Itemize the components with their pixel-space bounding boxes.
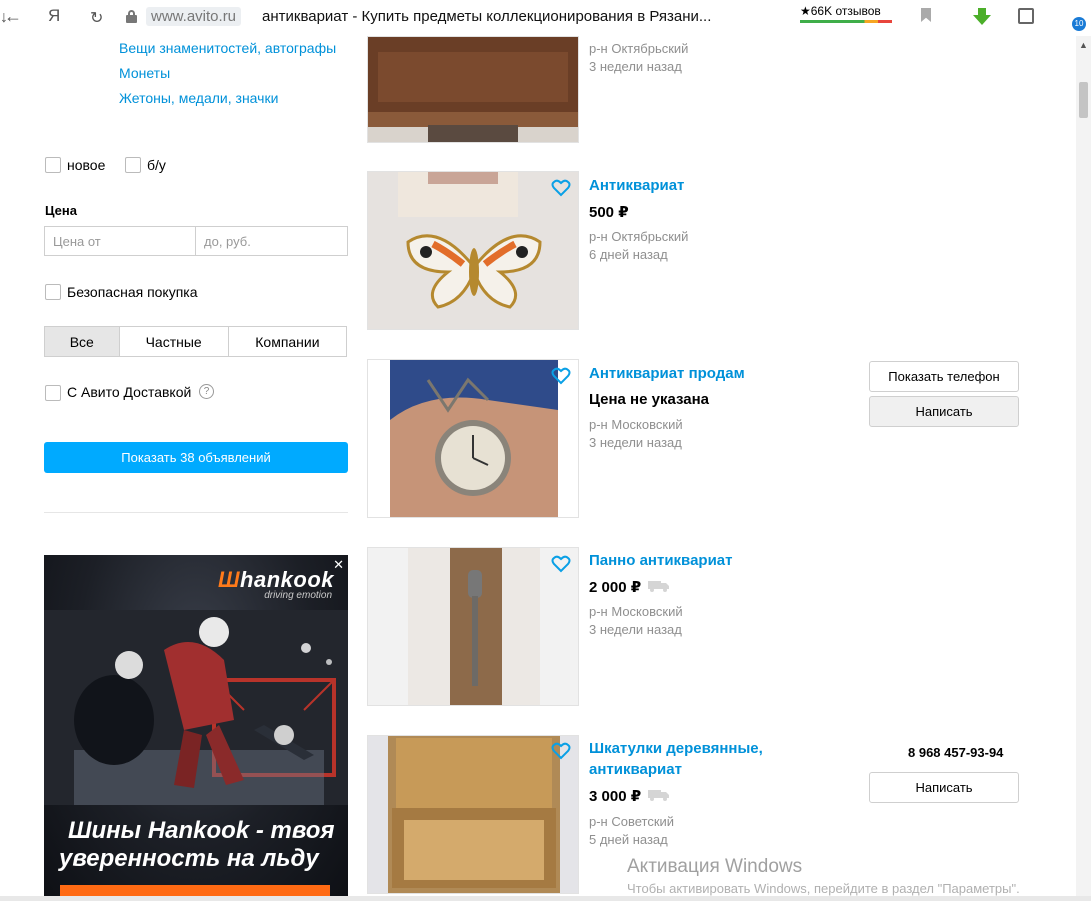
delivery-truck-icon — [648, 581, 669, 592]
price-label: Цена — [45, 203, 77, 218]
safe-purchase-label: Безопасная покупка — [67, 284, 198, 300]
butterfly-brooch-photo — [368, 172, 578, 329]
downloads-count-badge: 10 — [1072, 17, 1086, 31]
category-link-coins[interactable]: Монеты — [119, 65, 170, 81]
wooden-chest-photo — [368, 736, 578, 893]
write-message-button[interactable]: Написать — [869, 772, 1019, 803]
reader-mode-icon[interactable] — [1018, 8, 1034, 24]
delivery-truck-icon — [648, 790, 669, 801]
listing-date: 6 дней назад — [589, 247, 668, 262]
listing-title[interactable]: Панно антиквариат — [589, 550, 733, 571]
seller-type-tabs: Все Частные Компании — [44, 326, 347, 357]
show-phone-button[interactable]: Показать телефон — [869, 361, 1019, 392]
favorite-heart-icon[interactable] — [551, 367, 571, 385]
rating-bar — [800, 20, 892, 23]
listing-price: Цена не указана — [589, 391, 709, 408]
listing-price: 2 000 ₽ — [589, 579, 642, 596]
ad-banner[interactable]: ✕ Шhankook driving emotion Шины Hankook … — [44, 555, 348, 896]
listing-photo[interactable] — [367, 359, 579, 518]
browser-toolbar: ← Я ↻ www.avito.ru антиквариат - Купить … — [0, 0, 1091, 36]
bookmark-icon[interactable] — [921, 8, 931, 22]
ad-cta-bar[interactable] — [60, 885, 330, 896]
windows-activation-text: Чтобы активировать Windows, перейдите в … — [627, 881, 1020, 896]
write-message-button[interactable]: Написать — [869, 396, 1019, 427]
pocket-watch-photo — [368, 360, 578, 517]
windows-activation-title: Активация Windows — [627, 856, 803, 877]
favorite-heart-icon[interactable] — [551, 742, 571, 760]
used-checkbox[interactable] — [125, 157, 141, 173]
scrollbar[interactable] — [1076, 36, 1091, 896]
address-host[interactable]: www.avito.ru — [146, 7, 242, 26]
close-icon[interactable]: ✕ — [333, 557, 344, 573]
yandex-icon[interactable]: Я — [48, 6, 60, 26]
safe-purchase-checkbox[interactable] — [45, 284, 61, 300]
download-extension-icon[interactable] — [973, 8, 991, 26]
listing-price: 3 000 ₽ — [589, 788, 642, 805]
brand-tagline: driving emotion — [264, 590, 332, 601]
price-from-input[interactable] — [45, 227, 196, 255]
delivery-checkbox[interactable] — [45, 385, 61, 401]
listing-date: 3 недели назад — [589, 622, 682, 637]
listing-title-line1[interactable]: Шкатулки деревянные, — [589, 738, 763, 759]
listing-district: р-н Октябрьский — [589, 229, 689, 244]
help-icon[interactable]: ? — [199, 384, 214, 399]
new-label: новое — [67, 157, 106, 173]
listing-photo[interactable] — [367, 36, 579, 143]
divider — [44, 512, 348, 513]
listing-date: 5 дней назад — [589, 832, 668, 847]
favorite-heart-icon[interactable] — [551, 179, 571, 197]
scroll-up-icon[interactable]: ▲ — [1079, 40, 1088, 50]
hockey-players-image — [44, 610, 348, 805]
new-checkbox[interactable] — [45, 157, 61, 173]
show-results-button[interactable]: Показать 38 объявлений — [44, 442, 348, 473]
wooden-box-photo — [368, 37, 578, 142]
listing-district: р-н Московский — [589, 417, 683, 432]
tab-companies[interactable]: Компании — [229, 327, 346, 356]
category-link-autographs[interactable]: Вещи знаменитостей, автографы — [119, 40, 336, 56]
favorite-heart-icon[interactable] — [551, 555, 571, 573]
ad-headline-line1: Шины Hankook - твоя — [68, 817, 335, 844]
price-range — [44, 226, 348, 256]
listing-district: р-н Советский — [589, 814, 675, 829]
listing-photo[interactable] — [367, 735, 579, 894]
ad-headline-line2: уверенность на льду — [59, 845, 319, 872]
listing-date: 3 недели назад — [589, 435, 682, 450]
back-arrow-icon[interactable]: ← — [4, 6, 22, 27]
listing-price: 500 ₽ — [589, 204, 629, 221]
brand-name: hankook — [240, 567, 334, 592]
listing-title[interactable]: Антиквариат — [589, 175, 684, 196]
listing-photo[interactable] — [367, 547, 579, 706]
horizontal-scrollbar[interactable] — [0, 896, 1091, 901]
listing-photo[interactable] — [367, 171, 579, 330]
scrollbar-thumb[interactable] — [1079, 82, 1088, 118]
lock-icon — [126, 10, 137, 23]
tab-all[interactable]: Все — [45, 327, 120, 356]
listing-district: р-н Октябрьский — [589, 41, 689, 56]
reload-icon[interactable]: ↻ — [90, 8, 103, 28]
listing-district: р-н Московский — [589, 604, 683, 619]
reviews-badge[interactable]: ★66K отзывов — [800, 4, 881, 18]
listing-title[interactable]: Антиквариат продам — [589, 363, 745, 384]
listing-title-line2[interactable]: антиквариат — [589, 759, 682, 780]
listing-date: 3 недели назад — [589, 59, 682, 74]
used-label: б/у — [147, 157, 166, 173]
tab-private[interactable]: Частные — [120, 327, 229, 356]
price-to-input[interactable] — [196, 227, 347, 255]
wall-panel-photo — [368, 548, 578, 705]
category-link-medals[interactable]: Жетоны, медали, значки — [119, 90, 278, 106]
seller-phone[interactable]: 8 968 457-93-94 — [908, 745, 1003, 760]
delivery-label: С Авито Доставкой — [67, 384, 192, 400]
page-title[interactable]: антиквариат - Купить предметы коллекцион… — [262, 8, 711, 25]
